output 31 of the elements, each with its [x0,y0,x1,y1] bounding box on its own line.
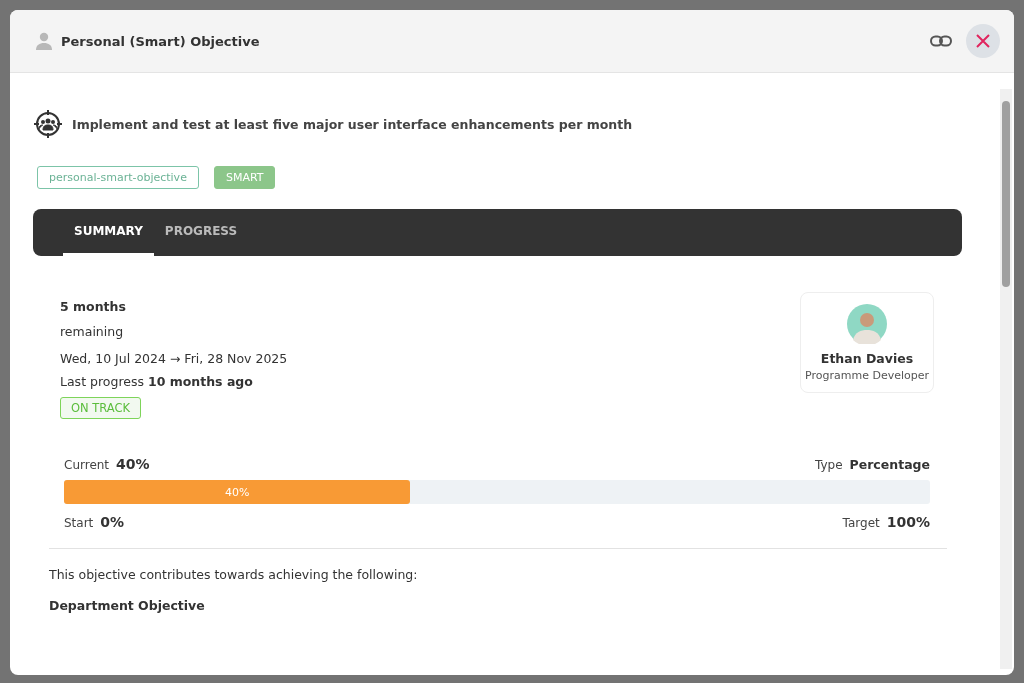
close-button[interactable] [966,24,1000,58]
close-icon [975,33,991,49]
dialog-title: Personal (Smart) Objective [61,33,260,49]
tab[interactable]: SUMMARY [63,209,154,256]
contributes-text: This objective contributes towards achieving the following: [48,567,419,582]
avatar-icon [847,303,887,344]
link-icon[interactable] [930,35,952,47]
section-heading: Department Objective [48,598,206,613]
current-value: 40% [116,456,150,472]
tag: SMART [213,166,276,189]
duration-text: 5 months [60,299,126,314]
last-progress-text: Last progress 10 months ago [60,374,253,389]
start-value: 0% [100,514,125,530]
owner-role: Programme Developer [805,368,929,382]
owner-name: Ethan Davies [820,350,914,366]
date-range-text: Wed, 10 Jul 2024 → Fri, 28 Nov 2025 [60,351,288,366]
target-group-icon [33,109,63,139]
tab[interactable]: PROGRESS [153,209,249,256]
current-label: Current [64,458,110,472]
start-label: Start [64,516,94,530]
remaining-text: remaining [60,324,124,339]
status-badge: ON TRACK [60,397,142,419]
target-label: Target [842,516,880,530]
type-value: Percentage [849,457,930,472]
target-value: 100% [886,514,930,530]
person-icon [35,32,53,50]
type-label: Type [815,458,843,472]
scrollbar[interactable] [1000,89,1012,669]
objective-title: Implement and test at least five major user interface enhancements per month [72,116,633,132]
tag: personal-smart-objective [37,166,199,189]
progress-percent: 40% [224,485,250,499]
